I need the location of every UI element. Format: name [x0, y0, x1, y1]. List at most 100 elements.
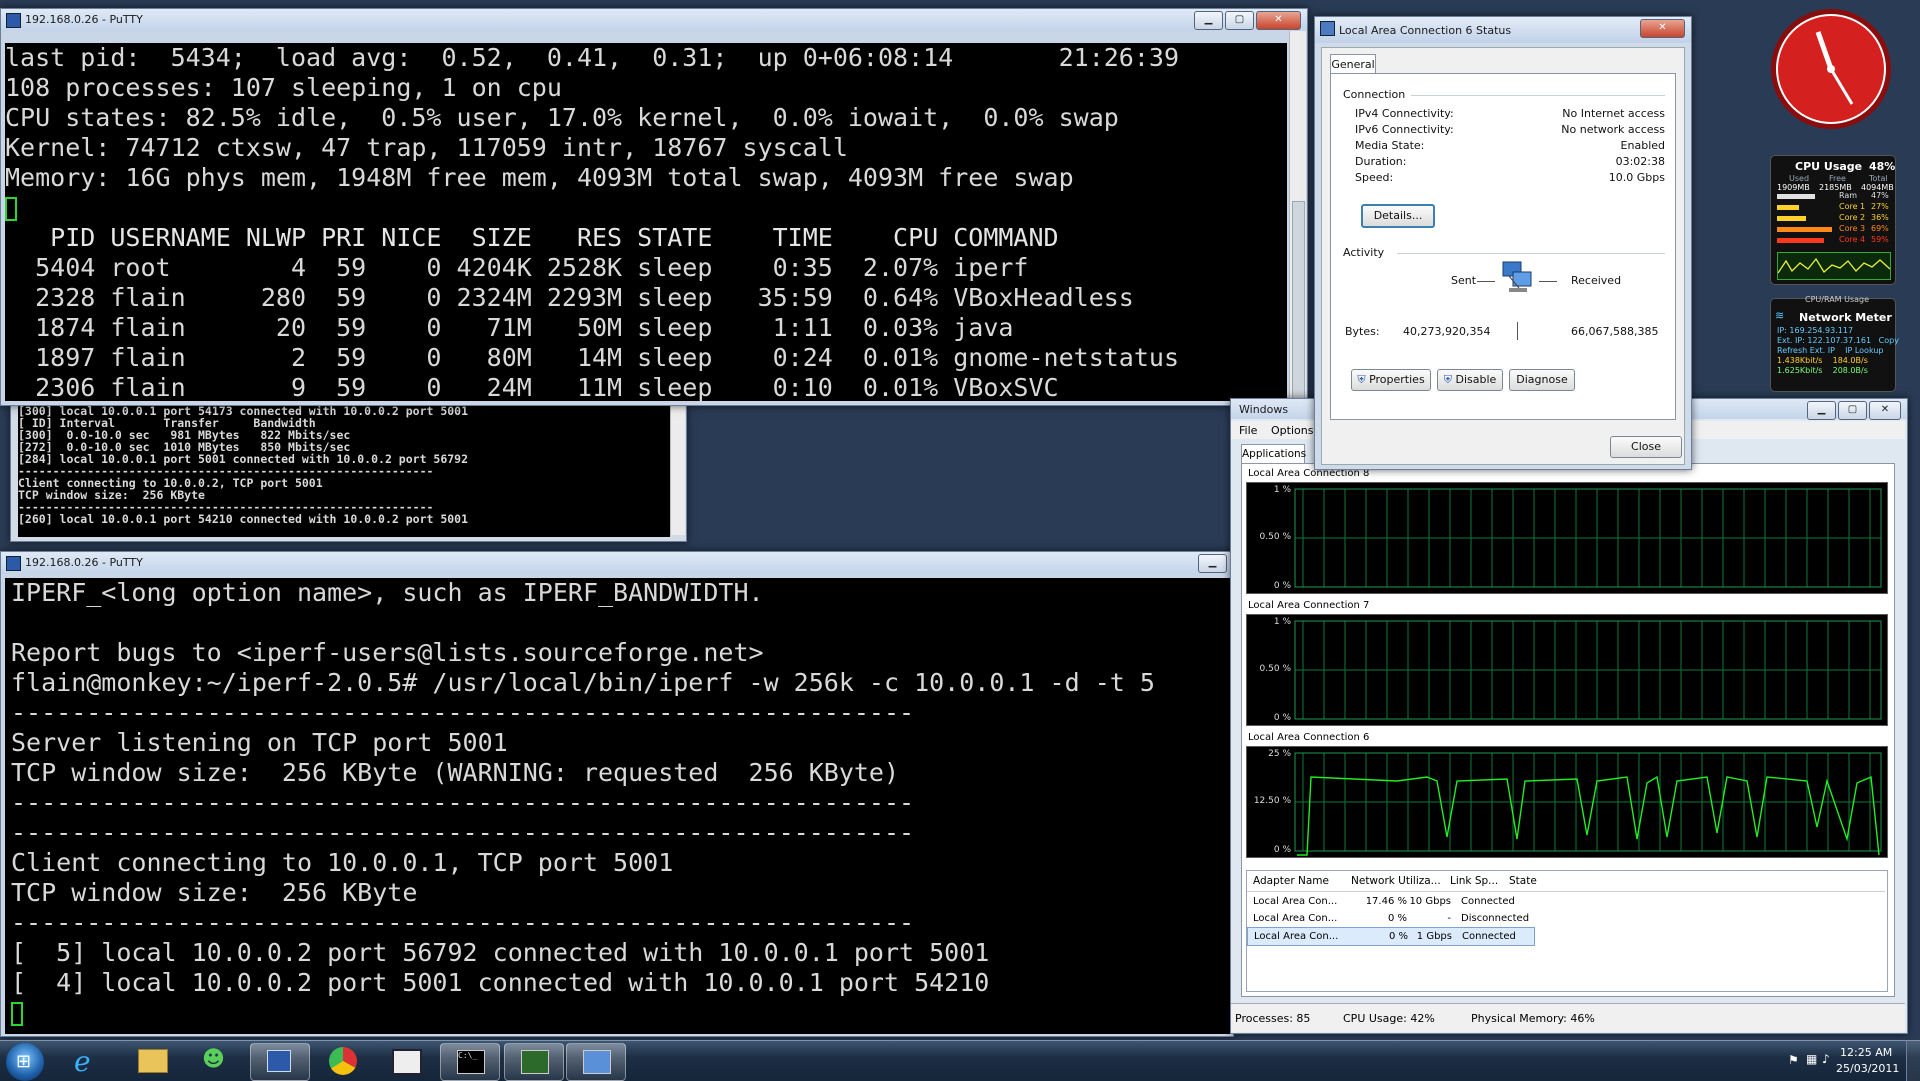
putty-bottom-window[interactable]: 192.168.0.26 - PuTTY ▁ IPERF_<long optio… [0, 551, 1234, 1037]
close-button[interactable]: Close [1610, 436, 1682, 458]
bytes-sent: 40,273,920,354 [1403, 325, 1491, 338]
terminal-line: TCP window size: 256 KByte (WARNING: req… [11, 758, 900, 787]
dialog-close-x[interactable]: ✕ [1640, 19, 1685, 38]
tray-volume-icon[interactable]: ♪ [1822, 1052, 1830, 1066]
close-button[interactable]: ✕ [1869, 401, 1901, 420]
show-desktop-button[interactable] [1906, 1041, 1920, 1081]
putty-top-scrollbar[interactable] [1289, 31, 1306, 403]
core-percent: 47% [1871, 191, 1889, 200]
bytes-received: 66,067,588,385 [1571, 325, 1659, 338]
tray-flag-icon[interactable]: ⚑ [1788, 1053, 1799, 1067]
col-used: Used [1789, 174, 1810, 183]
process-row: 2306 flain 9 59 0 24M 11M sleep 0:10 0.0… [5, 373, 1059, 401]
maximize-button[interactable]: ▢ [1225, 11, 1254, 30]
process-row: 5404 root 4 59 0 4204K 2528K sleep 0:35 … [5, 253, 1029, 282]
core-bar [1777, 227, 1832, 232]
diagnose-button[interactable]: Diagnose [1509, 369, 1575, 391]
cmd-line: [260] local 10.0.0.1 port 54210 connecte… [18, 512, 469, 526]
properties-button[interactable]: ⛨ Properties [1351, 369, 1431, 391]
disable-button[interactable]: ⛨ Disable [1437, 369, 1503, 391]
cpu-usage-gadget[interactable]: CPU Usage 48% Used Free Total 1909MB 218… [1770, 155, 1896, 285]
cursor-line [5, 193, 1287, 223]
putty-top-titlebar[interactable]: 192.168.0.26 - PuTTY ▁ ▢ ✕ [1, 9, 1307, 31]
ie-icon: e [74, 1045, 91, 1078]
col-adapter-name[interactable]: Adapter Name [1253, 875, 1329, 887]
putty-taskbar-button[interactable] [250, 1043, 310, 1081]
adapter-list[interactable]: Adapter Name Network Utiliza... Link Sp.… [1246, 870, 1888, 992]
dialog-titlebar[interactable]: Local Area Connection 6 Status ✕ [1315, 17, 1691, 43]
process-row: 1874 flain 20 59 0 71M 50M sleep 1:11 0.… [5, 313, 1014, 342]
maximize-button[interactable]: ▢ [1838, 401, 1867, 420]
explorer-taskbar-button[interactable] [124, 1043, 182, 1079]
process-row: 1897 flain 2 59 0 80M 14M sleep 0:24 0.0… [5, 343, 1179, 372]
terminal-line: Memory: 16G phys mem, 1948M free mem, 40… [5, 163, 1074, 192]
disable-label: Disable [1455, 373, 1497, 386]
network-graph: 25 % 12.50 % 0 % [1246, 746, 1888, 858]
clock-gadget[interactable] [1768, 6, 1894, 132]
cmd-icon: C:\_ [457, 1050, 485, 1074]
col-link-speed[interactable]: Link Sp... [1450, 875, 1498, 887]
bytes-label: Bytes: [1345, 325, 1380, 338]
users-icon: ☻ [202, 1047, 225, 1072]
core-name: Core 3 [1839, 224, 1866, 233]
tab-general[interactable]: General [1330, 54, 1376, 74]
graph-axis-label: 1 % [1273, 617, 1291, 627]
putty-bottom-terminal[interactable]: IPERF_<long option name>, such as IPERF_… [5, 578, 1231, 1034]
adapter-cell: 1 Gbps [1416, 931, 1452, 942]
terminal-line: Client connecting to 10.0.0.1, TCP port … [11, 848, 674, 877]
core-percent: 59% [1871, 235, 1889, 244]
details-button[interactable]: Details... [1361, 204, 1435, 228]
core-percent: 36% [1871, 213, 1889, 222]
network-taskbar-button[interactable] [504, 1043, 564, 1081]
tab-applications[interactable]: Applications [1241, 444, 1306, 464]
status-value: Enabled [1620, 139, 1665, 152]
minimize-button[interactable]: ▁ [1807, 401, 1836, 420]
terminal-line: IPERF_<long option name>, such as IPERF_… [11, 578, 764, 607]
terminal-line: CPU states: 82.5% idle, 0.5% user, 17.0%… [5, 103, 1119, 132]
tray-network-icon[interactable]: ▦ [1806, 1052, 1817, 1066]
clock-time[interactable]: 12:25 AM [1840, 1046, 1892, 1059]
network-icon [1320, 21, 1335, 36]
clock-date[interactable]: 25/03/2011 [1836, 1062, 1899, 1075]
core-name: Ram [1839, 191, 1858, 200]
terminal-line: 108 processes: 107 sleeping, 1 on cpu [5, 73, 562, 102]
putty-icon [6, 556, 21, 571]
terminal-line: last pid: 5434; load avg: 0.52, 0.41, 0.… [5, 43, 1179, 72]
start-button[interactable]: ⊞ [6, 1043, 44, 1081]
col-network-utilization[interactable]: Network Utiliza... [1351, 875, 1441, 887]
putty-top-window[interactable]: 192.168.0.26 - PuTTY ▁ ▢ ✕ last pid: 543… [0, 8, 1308, 406]
core-name: Core 1 [1839, 202, 1866, 211]
adapter-row[interactable]: Local Area Con... 0 % 1 Gbps Connected [1247, 927, 1535, 946]
terminal-line: ----------------------------------------… [11, 698, 915, 727]
cmd-scrollbar[interactable] [670, 403, 685, 535]
close-button[interactable]: ✕ [1256, 11, 1301, 30]
task-manager-title: Windows [1239, 403, 1289, 416]
task-manager-window[interactable]: Windows ▁ ▢ ✕ File Options Applications … [1230, 398, 1908, 1034]
adapter-row[interactable]: Local Area Con... 17.46 % 10 Gbps Connected [1247, 893, 1533, 910]
minimize-button[interactable]: ▁ [1194, 11, 1223, 30]
adapter-cell: Disconnected [1461, 913, 1530, 924]
menu-file[interactable]: File [1239, 424, 1257, 437]
connection-status-dialog[interactable]: Local Area Connection 6 Status ✕ General… [1314, 16, 1692, 470]
general-panel: Connection IPv4 Connectivity: No Internet… [1330, 73, 1676, 420]
window-taskbar-button[interactable] [376, 1043, 434, 1079]
menu-options[interactable]: Options [1271, 424, 1313, 437]
adapter-cell: Local Area Con... [1253, 896, 1338, 907]
col-state[interactable]: State [1509, 875, 1537, 887]
cmd-taskbar-button[interactable]: C:\_ [440, 1043, 500, 1081]
putty-top-terminal[interactable]: last pid: 5434; load avg: 0.52, 0.41, 0.… [5, 43, 1287, 401]
col-total: Total [1869, 174, 1888, 183]
terminal-line: Server listening on TCP port 5001 [11, 728, 508, 757]
ie-taskbar-button[interactable]: e [60, 1043, 118, 1079]
cmd-window-background[interactable]: [300] local 10.0.0.1 port 54173 connecte… [10, 402, 687, 542]
graph-axis-label: 25 % [1268, 749, 1291, 759]
messenger-taskbar-button[interactable]: ☻ [186, 1043, 244, 1079]
chrome-taskbar-button[interactable] [314, 1043, 372, 1079]
status-key: Media State: [1355, 139, 1425, 152]
taskmgr-taskbar-button[interactable] [566, 1043, 626, 1081]
adapter-row[interactable]: Local Area Con... 0 % - Disconnected [1247, 910, 1533, 927]
network-meter-gadget[interactable]: CPU/RAM Usage ≋ Network Meter IP: 169.25… [1770, 295, 1899, 392]
adapter-cell: 0 % [1388, 931, 1408, 942]
minimize-button[interactable]: ▁ [1198, 554, 1227, 573]
putty-bottom-titlebar[interactable]: 192.168.0.26 - PuTTY ▁ [1, 552, 1233, 574]
